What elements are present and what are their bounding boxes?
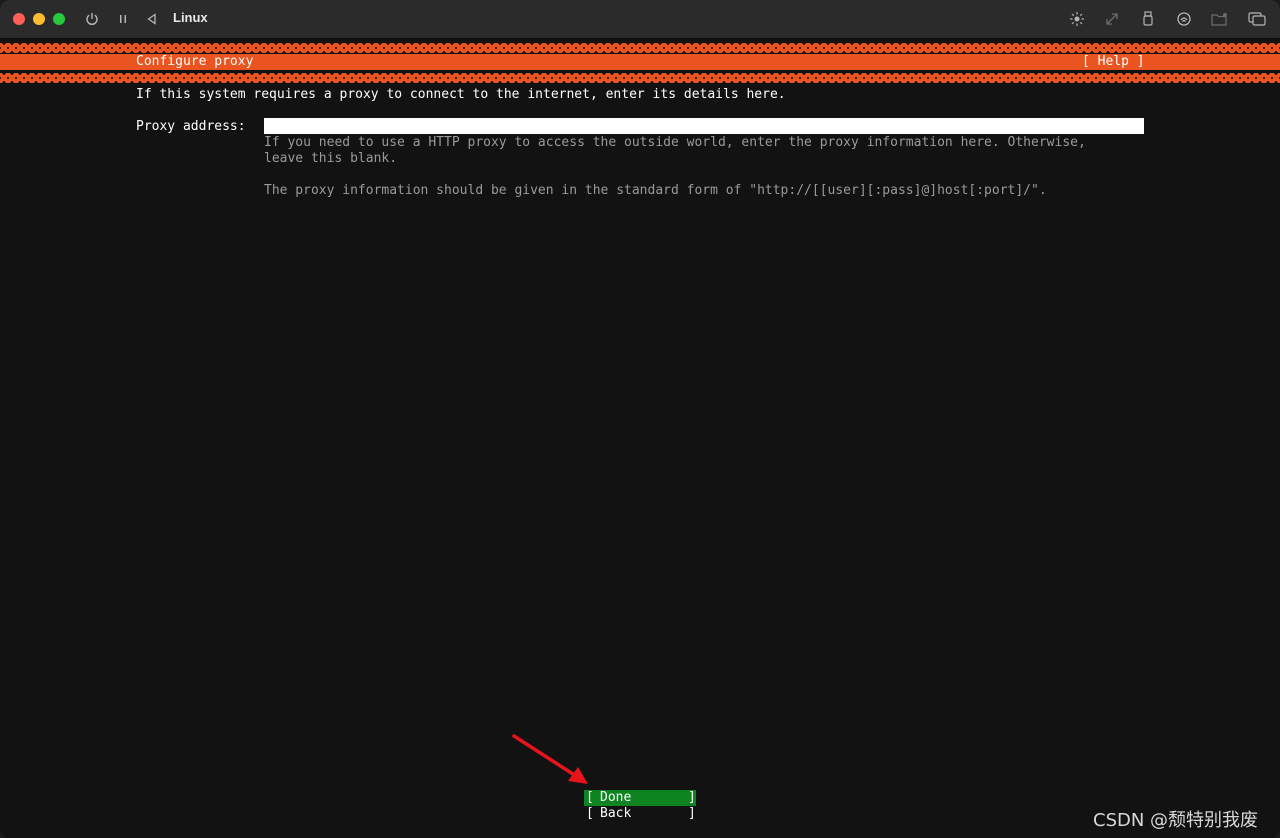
proxy-help-text-line2: leave this blank. [264, 151, 398, 166]
done-button[interactable]: [ Done ] [584, 790, 696, 806]
back-button[interactable]: [ Back ] [584, 806, 696, 822]
watermark: CSDN @颓特别我废 [1093, 810, 1259, 831]
pause-icon[interactable] [113, 9, 133, 29]
maximize-window-button[interactable] [53, 13, 65, 25]
bracket-left: [ [586, 806, 594, 821]
resize-icon[interactable] [1102, 9, 1122, 29]
bracket-right: ] [688, 806, 696, 821]
back-button-label: Back [600, 806, 632, 821]
minimize-window-button[interactable] [33, 13, 45, 25]
annotation-arrow-icon [512, 734, 588, 784]
close-window-button[interactable] [13, 13, 25, 25]
installer-screen: Configure proxy [ Help ] If this system … [0, 39, 1280, 838]
brightness-icon[interactable] [1067, 9, 1087, 29]
title-bar: Linux [0, 0, 1280, 39]
proxy-address-label: Proxy address: [136, 119, 246, 134]
network-icon[interactable] [1174, 9, 1194, 29]
vm-window: Linux Configure proxy [ Help ] If this s… [0, 0, 1280, 838]
back-icon[interactable] [142, 9, 162, 29]
window-title: Linux [173, 10, 208, 25]
power-icon[interactable] [82, 9, 102, 29]
bracket-right: ] [688, 790, 696, 805]
usb-icon[interactable] [1138, 9, 1158, 29]
proxy-format-help-text: The proxy information should be given in… [264, 183, 1047, 198]
help-button[interactable]: [ Help ] [1082, 54, 1145, 70]
bracket-left: [ [586, 790, 594, 805]
header-bottom-border [0, 73, 1280, 83]
done-button-label: Done [600, 790, 632, 805]
proxy-address-input[interactable] [264, 118, 1144, 134]
intro-text: If this system requires a proxy to conne… [136, 87, 786, 102]
header-bar: Configure proxy [ Help ] [0, 54, 1280, 70]
proxy-help-text-line1: If you need to use a HTTP proxy to acces… [264, 135, 1086, 150]
shared-folder-icon[interactable] [1210, 9, 1230, 29]
page-title: Configure proxy [136, 54, 254, 69]
header-top-border [0, 43, 1280, 53]
display-icon[interactable] [1247, 9, 1267, 29]
